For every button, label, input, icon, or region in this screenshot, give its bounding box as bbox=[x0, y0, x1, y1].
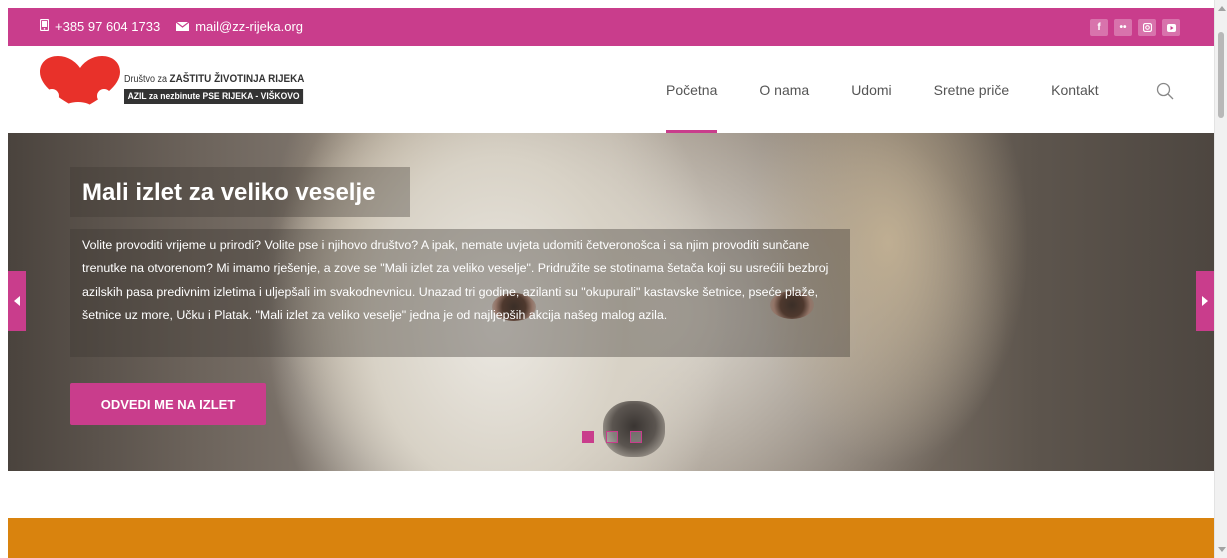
slider-dots bbox=[582, 431, 654, 443]
slider-prev-button[interactable] bbox=[8, 271, 26, 331]
chevron-left-icon bbox=[14, 296, 20, 306]
slider-dot-3[interactable] bbox=[630, 431, 642, 443]
search-icon[interactable] bbox=[1156, 82, 1174, 100]
site-header: Društvo za ZAŠTITU ŽIVOTINJA RIJEKA AZIL… bbox=[8, 46, 1214, 133]
mail-icon bbox=[175, 20, 190, 34]
main-nav: Početna O nama Udomi Sretne priče Kontak… bbox=[666, 46, 1141, 133]
scroll-down-icon[interactable] bbox=[1218, 547, 1226, 552]
heart-paw-logo-icon bbox=[40, 56, 120, 112]
nav-item-sretne-price[interactable]: Sretne priče bbox=[934, 46, 1009, 133]
site-logo[interactable]: Društvo za ZAŠTITU ŽIVOTINJA RIJEKA AZIL… bbox=[38, 56, 308, 116]
facebook-icon[interactable]: f bbox=[1090, 19, 1108, 36]
scroll-up-icon[interactable] bbox=[1218, 6, 1226, 11]
slider-dot-2[interactable] bbox=[606, 431, 618, 443]
window-frame bbox=[0, 0, 8, 558]
top-bar: +385 97 604 1733 mail@zz-rijeka.org f •• bbox=[8, 8, 1214, 46]
phone-icon bbox=[39, 18, 50, 34]
chevron-right-icon bbox=[1202, 296, 1208, 306]
contact-info: +385 97 604 1733 mail@zz-rijeka.org bbox=[39, 18, 319, 34]
social-links: f •• bbox=[1084, 19, 1180, 36]
youtube-icon[interactable] bbox=[1162, 19, 1180, 36]
logo-line-1: Društvo za ZAŠTITU ŽIVOTINJA RIJEKA bbox=[124, 73, 305, 85]
logo-line-2: AZIL za nezbinute PSE RIJEKA - VIŠKOVO bbox=[124, 89, 304, 104]
slide-title: Mali izlet za veliko veselje bbox=[82, 179, 376, 206]
phone-link[interactable]: +385 97 604 1733 bbox=[39, 18, 161, 34]
nav-item-pocetna[interactable]: Početna bbox=[666, 46, 718, 133]
section-band bbox=[8, 518, 1214, 558]
instagram-icon[interactable] bbox=[1138, 19, 1156, 36]
nav-item-o-nama[interactable]: O nama bbox=[759, 46, 809, 133]
dog-nose bbox=[603, 401, 665, 457]
phone-number: +385 97 604 1733 bbox=[55, 19, 161, 34]
website: +385 97 604 1733 mail@zz-rijeka.org f •• bbox=[8, 0, 1214, 558]
nav-item-kontakt[interactable]: Kontakt bbox=[1051, 46, 1098, 133]
scroll-thumb[interactable] bbox=[1218, 32, 1224, 118]
email-address: mail@zz-rijeka.org bbox=[195, 19, 304, 34]
page-scrollbar[interactable] bbox=[1214, 0, 1227, 558]
slide-text: Volite provoditi vrijeme u prirodi? Voli… bbox=[82, 238, 829, 322]
email-link[interactable]: mail@zz-rijeka.org bbox=[175, 19, 304, 34]
hero-slider: Mali izlet za veliko veselje Volite prov… bbox=[8, 133, 1214, 471]
slider-dot-1[interactable] bbox=[582, 431, 594, 443]
nav-item-udomi[interactable]: Udomi bbox=[851, 46, 891, 133]
cta-button[interactable]: ODVEDI ME NA IZLET bbox=[70, 383, 266, 425]
slider-next-button[interactable] bbox=[1196, 271, 1214, 331]
flickr-icon[interactable]: •• bbox=[1114, 19, 1132, 36]
